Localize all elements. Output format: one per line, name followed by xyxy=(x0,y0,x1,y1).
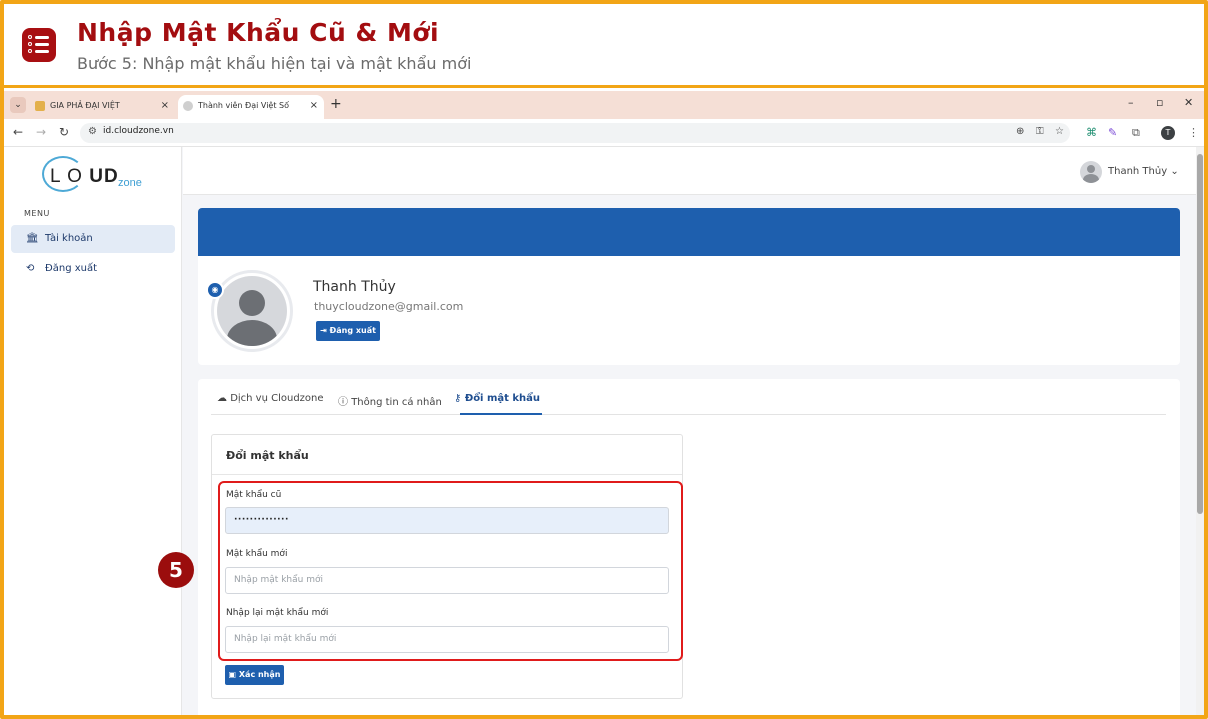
password-key-icon[interactable]: ⚿ xyxy=(1036,126,1044,137)
active-tab-indicator xyxy=(460,413,542,415)
bank-icon: 🏛 xyxy=(26,233,39,244)
new-password-input[interactable]: Nhập mật khẩu mới xyxy=(225,567,669,594)
old-password-input[interactable]: ·············· xyxy=(225,507,669,534)
settings-tabs: ☁ Dịch vụ Cloudzone ⓘ Thông tin cá nhân … xyxy=(211,387,1166,415)
tab-title: GIA PHẢ ĐẠI VIỆT xyxy=(50,101,120,110)
browser-tab-gia-pha[interactable]: GIA PHẢ ĐẠI VIỆT × xyxy=(30,95,175,119)
change-password-form: Đổi mật khẩu Mật khẩu cũ ·············· … xyxy=(211,434,683,699)
menu-heading: MENU xyxy=(24,209,50,218)
zoom-icon[interactable]: ⊕ xyxy=(1016,126,1024,137)
sidebar-item-logout[interactable]: ⟲ Đăng xuất xyxy=(11,255,175,283)
tab-search-button[interactable]: ⌄ xyxy=(10,97,26,113)
chevron-down-icon: ⌄ xyxy=(1170,166,1179,177)
close-tab-icon[interactable]: × xyxy=(161,95,169,117)
tab-cloudzone-services[interactable]: ☁ Dịch vụ Cloudzone xyxy=(217,393,324,404)
logout-icon: ⟲ xyxy=(26,263,35,274)
restore-icon[interactable]: ▫ xyxy=(1156,96,1163,109)
favicon-icon xyxy=(183,101,193,111)
settings-card: ☁ Dịch vụ Cloudzone ⓘ Thông tin cá nhân … xyxy=(198,379,1180,715)
browser-toolbar: ← → ↻ ⚙ id.cloudzone.vn ⊕ ⚿ ☆ ⌘ ✎ ⧉ T ⋮ xyxy=(4,119,1204,147)
user-avatar xyxy=(1080,161,1102,183)
tab-personal-info[interactable]: ⓘ Thông tin cá nhân xyxy=(338,393,442,408)
reload-icon[interactable]: ↻ xyxy=(59,125,69,139)
url-text: id.cloudzone.vn xyxy=(103,126,174,136)
browser-tab-thanh-vien[interactable]: Thành viên Đại Việt Số × xyxy=(178,95,324,119)
key-icon: ⚷ xyxy=(454,393,462,404)
puzzle-icon[interactable]: ⧉ xyxy=(1132,126,1140,140)
sidebar-item-label: Đăng xuất xyxy=(45,263,98,274)
save-icon: ▣ xyxy=(228,670,237,679)
screenshot-frame: Nhập Mật Khẩu Cũ & Mới Bước 5: Nhập mật … xyxy=(0,0,1208,719)
logo-bold: UD xyxy=(89,166,119,187)
logo-zone: zone xyxy=(118,177,142,189)
more-menu-icon[interactable]: ⋮ xyxy=(1188,126,1199,139)
sidebar-item-label: Tài khoản xyxy=(45,233,93,244)
tab-title: Thành viên Đại Việt Số xyxy=(198,101,289,110)
cloud-icon: ☁ xyxy=(217,393,227,404)
cloudzone-logo[interactable]: L O UD zone xyxy=(40,152,150,194)
banner-title: Nhập Mật Khẩu Cũ & Mới xyxy=(77,18,440,47)
profile-card: ◉ Thanh Thủy thuycloudzone@gmail.com ⇥ Đ… xyxy=(198,208,1180,365)
site-info-icon[interactable]: ⚙ xyxy=(88,126,97,137)
profile-name: Thanh Thủy xyxy=(313,279,396,295)
close-window-icon[interactable]: ✕ xyxy=(1184,96,1193,109)
list-icon xyxy=(22,28,56,62)
pen-extension-icon[interactable]: ✎ xyxy=(1108,126,1117,139)
minimize-icon[interactable]: – xyxy=(1128,96,1134,109)
profile-logout-button[interactable]: ⇥ Đăng xuất xyxy=(316,321,380,341)
address-bar[interactable]: ⚙ id.cloudzone.vn ⊕ ⚿ ☆ xyxy=(80,123,1070,143)
form-title: Đổi mật khẩu xyxy=(226,449,309,462)
confirm-password-input[interactable]: Nhập lại mật khẩu mới xyxy=(225,626,669,653)
info-icon: ⓘ xyxy=(338,397,348,408)
page-content: L O UD zone MENU 🏛 Tài khoản ⟲ Đăng xuất… xyxy=(4,147,1204,715)
sidebar-item-account[interactable]: 🏛 Tài khoản xyxy=(11,225,175,253)
confirm-password-label: Nhập lại mật khẩu mới xyxy=(226,608,329,618)
top-header: Thanh Thủy ⌄ xyxy=(183,147,1204,195)
profile-email: thuycloudzone@gmail.com xyxy=(314,300,464,313)
user-name: Thanh Thủy ⌄ xyxy=(1108,166,1179,177)
extension-icon[interactable]: ⌘ xyxy=(1086,126,1097,139)
profile-avatar xyxy=(211,270,293,352)
close-tab-icon[interactable]: × xyxy=(310,95,318,117)
bookmark-star-icon[interactable]: ☆ xyxy=(1055,126,1064,137)
browser-tab-bar: ⌄ GIA PHẢ ĐẠI VIỆT × Thành viên Đại Việt… xyxy=(4,91,1204,119)
new-tab-button[interactable]: + xyxy=(330,96,342,112)
sidebar: L O UD zone MENU 🏛 Tài khoản ⟲ Đăng xuất xyxy=(4,147,182,715)
new-password-label: Mật khẩu mới xyxy=(226,549,288,559)
step-badge: 5 xyxy=(158,552,194,588)
form-header: Đổi mật khẩu xyxy=(212,435,682,475)
profile-avatar[interactable]: T xyxy=(1161,126,1175,140)
tab-change-password[interactable]: ⚷ Đổi mật khẩu xyxy=(454,393,540,404)
logo-letter: L xyxy=(50,166,61,187)
profile-cover xyxy=(198,208,1180,256)
old-password-label: Mật khẩu cũ xyxy=(226,490,282,500)
favicon-icon xyxy=(35,101,45,111)
confirm-button[interactable]: ▣ Xác nhận xyxy=(225,665,284,685)
tutorial-banner: Nhập Mật Khẩu Cũ & Mới Bước 5: Nhập mật … xyxy=(4,4,1204,88)
forward-icon[interactable]: → xyxy=(36,125,46,139)
page-scrollbar[interactable] xyxy=(1196,147,1204,715)
camera-icon[interactable]: ◉ xyxy=(206,281,224,299)
back-icon[interactable]: ← xyxy=(13,125,23,139)
banner-subtitle: Bước 5: Nhập mật khẩu hiện tại và mật kh… xyxy=(77,54,472,73)
scrollbar-thumb[interactable] xyxy=(1197,154,1203,514)
